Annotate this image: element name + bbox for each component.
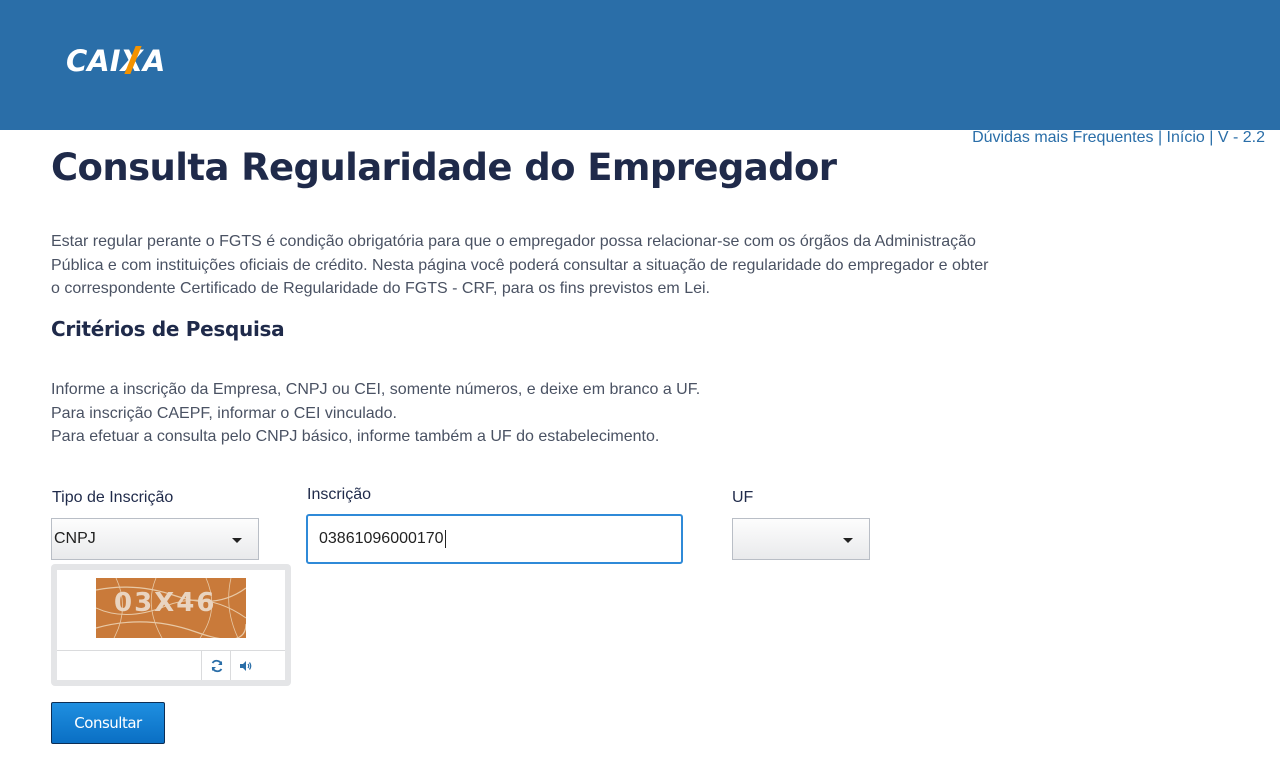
link-separator: | bbox=[1209, 129, 1214, 146]
section-title: Critérios de Pesquisa bbox=[51, 317, 285, 341]
instruction-line: Para efetuar a consulta pelo CNPJ básico… bbox=[51, 428, 660, 445]
caixa-logo[interactable]: CAIXA bbox=[66, 44, 165, 78]
chevron-down-icon bbox=[232, 538, 242, 543]
captcha-widget: 03X46 bbox=[51, 564, 291, 686]
version-label: V - 2.2 bbox=[1217, 129, 1265, 146]
tipo-inscricao-value: CNPJ bbox=[54, 530, 96, 547]
instruction-line: Informe a inscrição da Empresa, CNPJ ou … bbox=[51, 381, 701, 398]
uf-select[interactable] bbox=[732, 518, 870, 560]
link-separator: | bbox=[1157, 129, 1163, 146]
refresh-icon[interactable] bbox=[203, 651, 231, 680]
inscricao-input[interactable]: 03861096000170 bbox=[306, 514, 683, 564]
intro-text: Estar regular perante o FGTS é condição … bbox=[51, 230, 1011, 301]
captcha-controls bbox=[57, 650, 285, 680]
captcha-text: 03X46 bbox=[114, 588, 217, 618]
site-header: CAIXA bbox=[0, 0, 1280, 130]
captcha-input[interactable] bbox=[57, 651, 202, 680]
instruction-line: Para inscrição CAEPF, informar o CEI vin… bbox=[51, 404, 397, 422]
intro-line: Pública e com instituições oficiais de c… bbox=[51, 256, 989, 274]
captcha-image: 03X46 bbox=[96, 578, 246, 638]
page-title: Consulta Regularidade do Empregador bbox=[51, 146, 837, 189]
inscricao-label: Inscrição bbox=[307, 486, 372, 503]
speaker-icon[interactable] bbox=[232, 651, 260, 680]
tipo-inscricao-select[interactable]: CNPJ bbox=[51, 518, 259, 560]
faq-link[interactable]: Dúvidas mais Frequentes bbox=[972, 129, 1153, 146]
text-cursor bbox=[444, 530, 446, 548]
home-link[interactable]: Início bbox=[1167, 129, 1205, 146]
top-links: Dúvidas mais Frequentes | Início | V - 2… bbox=[972, 129, 1265, 147]
search-instructions: Informe a inscrição da Empresa, CNPJ ou … bbox=[51, 378, 700, 449]
uf-label: UF bbox=[732, 489, 754, 506]
inscricao-value: 03861096000170 bbox=[319, 530, 444, 547]
logo-text: CAIXA bbox=[66, 44, 166, 78]
consultar-button[interactable]: Consultar bbox=[51, 702, 165, 744]
captcha-image-area: 03X46 bbox=[57, 570, 285, 650]
intro-line: o correspondente Certificado de Regulari… bbox=[51, 280, 710, 297]
intro-line: Estar regular perante o FGTS é condição … bbox=[51, 233, 976, 250]
chevron-down-icon bbox=[843, 538, 853, 543]
tipo-inscricao-label: Tipo de Inscrição bbox=[52, 489, 174, 506]
